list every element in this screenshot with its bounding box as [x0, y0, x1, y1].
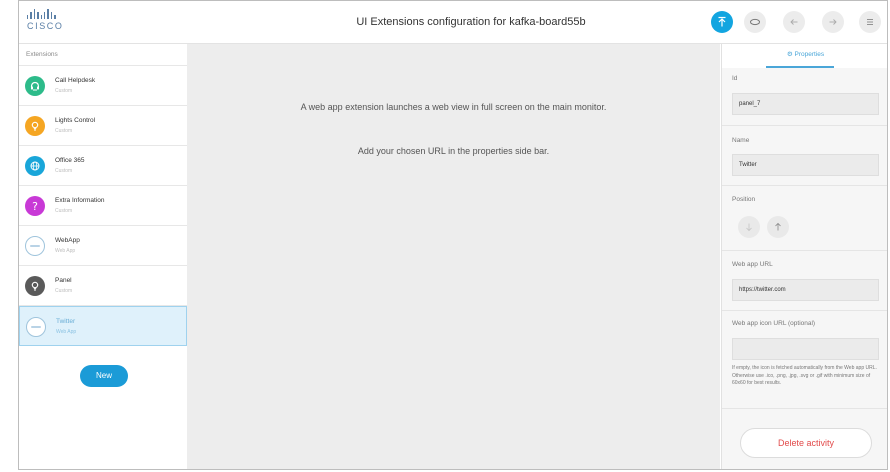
- extension-item-office-365[interactable]: Office 365 Custom: [19, 146, 187, 186]
- url-label: Web app URL: [732, 261, 773, 268]
- extension-item-extra-information[interactable]: ? Extra Information Custom: [19, 186, 187, 226]
- extension-type: Custom: [55, 88, 73, 94]
- preview-icon: [750, 18, 760, 26]
- tab-properties[interactable]: ⚙ Properties: [722, 44, 887, 68]
- divider: [722, 185, 887, 186]
- undo-button[interactable]: [783, 11, 805, 33]
- url-field[interactable]: https://twitter.com: [732, 279, 879, 301]
- extension-item-webapp[interactable]: WebApp Web App: [19, 226, 187, 266]
- divider: [722, 125, 887, 126]
- helpdesk-icon: [25, 76, 45, 96]
- extension-name: Lights Control: [55, 117, 96, 124]
- upload-button[interactable]: [711, 11, 733, 33]
- globe-icon: [25, 156, 45, 176]
- logo-bars-icon: [27, 9, 77, 19]
- move-down-button[interactable]: [738, 216, 760, 238]
- new-extension-button[interactable]: New: [80, 365, 128, 387]
- icon-url-hint: If empty, the icon is fetched automatica…: [732, 365, 877, 386]
- cisco-logo: CISCO: [27, 9, 77, 37]
- question-icon: ?: [25, 196, 45, 216]
- menu-icon: [867, 19, 873, 25]
- extensions-heading: Extensions: [19, 44, 187, 66]
- extension-item-twitter[interactable]: Twitter Web App: [19, 306, 187, 346]
- arrow-up-icon: [775, 222, 781, 231]
- extension-type: Custom: [55, 128, 73, 134]
- move-up-button[interactable]: [767, 216, 789, 238]
- preview-area: A web app extension launches a web view …: [187, 44, 720, 469]
- tab-properties-label: Properties: [794, 51, 825, 58]
- extension-type: Custom: [55, 288, 73, 294]
- extension-item-lights-control[interactable]: Lights Control Custom: [19, 106, 187, 146]
- extension-type: Custom: [55, 168, 73, 174]
- tab-underline: [766, 66, 834, 68]
- delete-activity-button[interactable]: Delete activity: [740, 428, 872, 458]
- header-bar: CISCO UI Extensions configuration for ka…: [19, 1, 887, 44]
- extension-name: Panel: [55, 277, 72, 284]
- name-field[interactable]: Twitter: [732, 154, 879, 176]
- extension-name: Twitter: [56, 318, 76, 325]
- icon-url-field[interactable]: [732, 338, 879, 360]
- extension-item-call-helpdesk[interactable]: Call Helpdesk Custom: [19, 66, 187, 106]
- undo-icon: [790, 19, 798, 25]
- redo-icon: [829, 19, 837, 25]
- webapp-instruction: Add your chosen URL in the properties si…: [357, 146, 550, 156]
- id-field[interactable]: panel_7: [732, 93, 879, 115]
- icon-url-label: Web app icon URL (optional): [732, 320, 816, 327]
- lightbulb-icon: [25, 116, 45, 136]
- extension-name: Call Helpdesk: [55, 77, 96, 84]
- page-title: UI Extensions configuration for kafka-bo…: [356, 16, 586, 28]
- webapp-description: A web app extension launches a web view …: [300, 102, 607, 112]
- lightbulb-icon: [25, 276, 45, 296]
- properties-panel: ⚙ Properties Id panel_7 Name Twitter Pos…: [721, 44, 887, 469]
- extension-name: WebApp: [55, 237, 80, 244]
- gear-icon: ⚙: [786, 50, 793, 58]
- preview-button[interactable]: [744, 11, 766, 33]
- menu-button[interactable]: [859, 11, 881, 33]
- name-label: Name: [732, 137, 750, 144]
- arrow-down-icon: [746, 223, 752, 232]
- extension-name: Office 365: [55, 157, 85, 164]
- divider: [722, 408, 887, 409]
- webapp-icon: [25, 236, 45, 256]
- upload-icon: [718, 16, 726, 27]
- position-label: Position: [732, 196, 756, 203]
- extension-name: Extra Information: [55, 197, 105, 204]
- divider: [722, 250, 887, 251]
- divider: [722, 310, 887, 311]
- extension-type: Web App: [56, 329, 77, 335]
- extension-type: Web App: [55, 248, 76, 254]
- extension-type: Custom: [55, 208, 73, 214]
- app-window: CISCO UI Extensions configuration for ka…: [18, 0, 888, 470]
- extension-item-panel[interactable]: Panel Custom: [19, 266, 187, 306]
- webapp-icon: [26, 317, 46, 337]
- redo-button[interactable]: [822, 11, 844, 33]
- extensions-sidebar: Extensions Call Helpdesk Custom Lights C…: [19, 44, 188, 469]
- id-label: Id: [732, 75, 738, 82]
- logo-wordmark: CISCO: [27, 21, 64, 31]
